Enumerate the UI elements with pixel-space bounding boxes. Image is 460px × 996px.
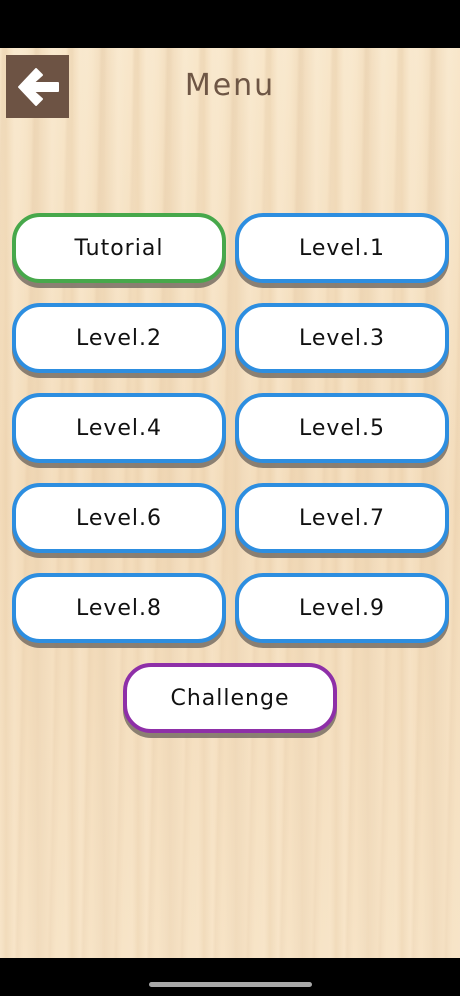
- page-title: Menu: [184, 68, 276, 103]
- home-indicator[interactable]: [149, 982, 312, 987]
- navigation-bar: [0, 958, 460, 996]
- level-1-button[interactable]: Level.1: [235, 213, 449, 283]
- level-3-button[interactable]: Level.3: [235, 303, 449, 373]
- tutorial-button[interactable]: Tutorial: [12, 213, 226, 283]
- level-2-button[interactable]: Level.2: [12, 303, 226, 373]
- challenge-button[interactable]: Challenge: [123, 663, 337, 733]
- level-9-button[interactable]: Level.9: [235, 573, 449, 643]
- status-bar: [0, 0, 460, 48]
- level-6-button[interactable]: Level.6: [12, 483, 226, 553]
- level-5-button[interactable]: Level.5: [235, 393, 449, 463]
- level-4-button[interactable]: Level.4: [12, 393, 226, 463]
- level-8-button[interactable]: Level.8: [12, 573, 226, 643]
- level-7-button[interactable]: Level.7: [235, 483, 449, 553]
